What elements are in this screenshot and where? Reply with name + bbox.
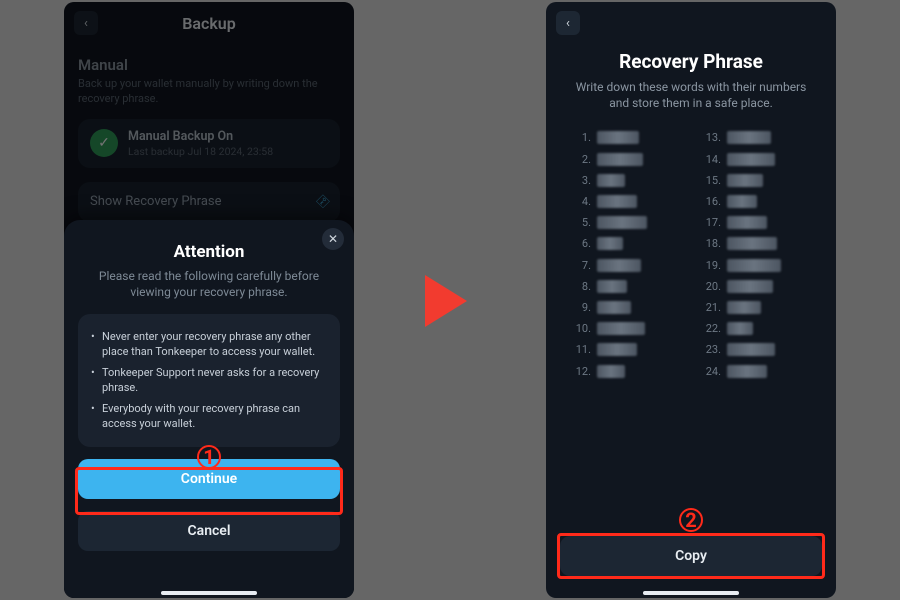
recovery-word-row: 5. — [574, 212, 678, 233]
recovery-word-blurred — [727, 343, 775, 356]
recovery-word-row: 23. — [704, 339, 808, 360]
recovery-word-row: 7. — [574, 255, 678, 276]
recovery-word-row: 15. — [704, 170, 808, 191]
recovery-word-blurred — [597, 343, 637, 356]
warning-item: Tonkeeper Support never asks for a recov… — [88, 366, 330, 396]
highlight-frame-copy — [557, 533, 825, 579]
recovery-word-blurred — [597, 237, 623, 250]
recovery-word-number: 12. — [574, 365, 591, 378]
recovery-word-row: 6. — [574, 233, 678, 254]
attention-modal: ✕ Attention Please read the following ca… — [64, 220, 354, 598]
recovery-word-number: 4. — [574, 195, 591, 208]
recovery-title: Recovery Phrase — [546, 50, 836, 73]
phone-recovery-phrase-screen: ‹ Recovery Phrase Write down these words… — [546, 2, 836, 598]
recovery-word-blurred — [727, 259, 781, 272]
recovery-subtitle: Write down these words with their number… — [546, 79, 836, 111]
recovery-word-blurred — [727, 301, 761, 314]
phone-backup-screen: ‹ Backup Manual Back up your wallet manu… — [64, 2, 354, 598]
recovery-word-row: 4. — [574, 191, 678, 212]
recovery-word-blurred — [597, 131, 639, 144]
recovery-word-number: 22. — [704, 322, 721, 335]
recovery-word-blurred — [727, 237, 777, 250]
back-button[interactable]: ‹ — [556, 11, 580, 35]
recovery-word-number: 10. — [574, 322, 591, 335]
cancel-button[interactable]: Cancel — [78, 511, 340, 551]
recovery-word-number: 8. — [574, 280, 591, 293]
recovery-word-row: 11. — [574, 339, 678, 360]
recovery-word-row: 13. — [704, 127, 808, 148]
recovery-word-blurred — [727, 322, 753, 335]
close-button[interactable]: ✕ — [322, 228, 344, 250]
warning-item: Never enter your recovery phrase any oth… — [88, 330, 330, 360]
recovery-word-blurred — [597, 280, 627, 293]
recovery-word-row: 8. — [574, 276, 678, 297]
recovery-word-number: 5. — [574, 216, 591, 229]
recovery-word-blurred — [597, 195, 637, 208]
recovery-word-number: 18. — [704, 237, 721, 250]
recovery-word-number: 23. — [704, 343, 721, 356]
recovery-word-number: 1. — [574, 131, 591, 144]
chevron-left-icon: ‹ — [566, 16, 570, 31]
recovery-word-blurred — [727, 174, 763, 187]
recovery-word-row: 10. — [574, 318, 678, 339]
step-badge-1: 1 — [197, 445, 221, 469]
recovery-word-blurred — [597, 301, 631, 314]
modal-title: Attention — [78, 242, 340, 262]
home-indicator — [161, 591, 257, 595]
recovery-word-number: 21. — [704, 301, 721, 314]
recovery-word-row: 3. — [574, 170, 678, 191]
recovery-word-number: 11. — [574, 343, 591, 356]
recovery-word-number: 15. — [704, 174, 721, 187]
close-icon: ✕ — [328, 232, 338, 246]
home-indicator — [643, 591, 739, 595]
recovery-word-number: 17. — [704, 216, 721, 229]
header: ‹ — [546, 2, 836, 44]
recovery-word-blurred — [597, 216, 647, 229]
recovery-word-row: 24. — [704, 360, 808, 381]
recovery-word-row: 20. — [704, 276, 808, 297]
recovery-word-number: 19. — [704, 259, 721, 272]
recovery-word-number: 9. — [574, 301, 591, 314]
flow-arrow-icon — [425, 275, 467, 327]
recovery-word-blurred — [727, 365, 767, 378]
modal-lead: Please read the following carefully befo… — [78, 268, 340, 300]
recovery-word-row: 1. — [574, 127, 678, 148]
recovery-word-blurred — [727, 195, 757, 208]
step-badge-2: 2 — [679, 508, 703, 532]
recovery-word-number: 7. — [574, 259, 591, 272]
recovery-word-row: 19. — [704, 255, 808, 276]
recovery-word-blurred — [727, 153, 775, 166]
recovery-word-row: 17. — [704, 212, 808, 233]
recovery-word-number: 24. — [704, 365, 721, 378]
recovery-word-row: 22. — [704, 318, 808, 339]
recovery-word-blurred — [597, 365, 625, 378]
recovery-word-blurred — [727, 216, 767, 229]
highlight-frame-continue — [75, 467, 343, 515]
recovery-word-row: 2. — [574, 149, 678, 170]
recovery-word-number: 16. — [704, 195, 721, 208]
recovery-word-number: 13. — [704, 131, 721, 144]
recovery-word-blurred — [727, 280, 773, 293]
recovery-word-number: 14. — [704, 153, 721, 166]
recovery-word-blurred — [597, 153, 643, 166]
recovery-word-blurred — [597, 174, 625, 187]
recovery-word-number: 3. — [574, 174, 591, 187]
recovery-word-number: 20. — [704, 280, 721, 293]
recovery-word-row: 9. — [574, 297, 678, 318]
warning-item: Everybody with your recovery phrase can … — [88, 402, 330, 432]
recovery-word-blurred — [727, 131, 771, 144]
recovery-word-row: 18. — [704, 233, 808, 254]
recovery-word-row: 12. — [574, 360, 678, 381]
recovery-word-row: 16. — [704, 191, 808, 212]
recovery-word-number: 2. — [574, 153, 591, 166]
warnings-box: Never enter your recovery phrase any oth… — [78, 314, 340, 447]
recovery-word-blurred — [597, 259, 641, 272]
recovery-word-blurred — [597, 322, 645, 335]
recovery-word-number: 6. — [574, 237, 591, 250]
recovery-word-row: 21. — [704, 297, 808, 318]
recovery-word-list: 1. 2. 3. 4. 5. 6. 7. 8. 9. 10. 11. 12. 13. 14. 15. 16.… — [546, 127, 836, 381]
recovery-word-row: 14. — [704, 149, 808, 170]
